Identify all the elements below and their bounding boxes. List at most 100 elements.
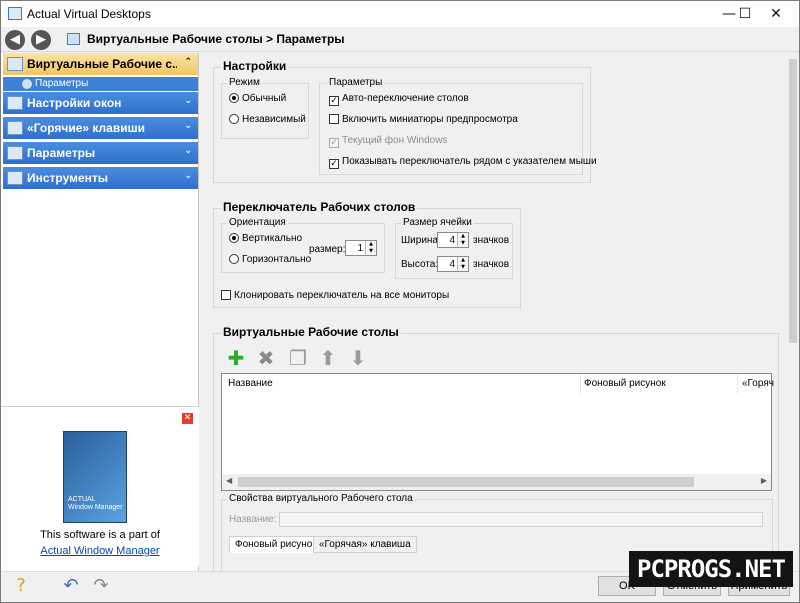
sidebar-subitem-parameters[interactable]: Параметры bbox=[3, 77, 198, 91]
switcher-group-title: Переключатель Рабочих столов bbox=[221, 200, 418, 214]
thumbnails-checkbox[interactable]: Включить миниатюры предпросмотра bbox=[329, 114, 518, 125]
scrollbar-thumb[interactable] bbox=[789, 59, 797, 343]
column-separator[interactable] bbox=[737, 374, 738, 394]
name-label: Название: bbox=[229, 514, 277, 525]
checkbox-box bbox=[329, 114, 339, 124]
desktops-list[interactable]: Название Фоновый рисунок «Горяч ◀ ▶ bbox=[221, 373, 774, 491]
forward-button[interactable]: ▶ bbox=[31, 30, 51, 50]
chevron-down-icon: ⌄ bbox=[184, 96, 192, 106]
stepper-value: 4 bbox=[449, 235, 455, 246]
app-icon bbox=[8, 7, 22, 20]
column-header-background[interactable]: Фоновый рисунок bbox=[584, 378, 666, 389]
scroll-left-icon[interactable]: ◀ bbox=[226, 476, 232, 485]
radio-label: Обычный bbox=[242, 93, 287, 104]
settings-content: Настройки Режим Обычный Независимый Пара… bbox=[205, 53, 799, 571]
show-near-cursor-checkbox[interactable]: ✓ Показывать переключатель рядом с указат… bbox=[329, 156, 597, 169]
help-icon[interactable]: ? bbox=[9, 575, 33, 597]
size-stepper[interactable]: 1 ▲ ▼ bbox=[345, 240, 377, 256]
height-stepper[interactable]: 4 ▲ ▼ bbox=[437, 256, 469, 272]
radio-dot bbox=[229, 93, 239, 103]
auto-switch-checkbox[interactable]: ✓ Авто-переключение столов bbox=[329, 93, 469, 106]
close-button[interactable]: ✕ bbox=[753, 1, 799, 27]
spin-arrows-icon[interactable]: ▲ ▼ bbox=[457, 257, 468, 271]
settings-icon bbox=[7, 146, 23, 160]
sidebar-item-hotkeys[interactable]: «Горячие» клавиши ⌄ bbox=[3, 117, 198, 140]
spin-arrows-icon[interactable]: ▲ ▼ bbox=[457, 233, 468, 247]
sidebar-item-label: Инструменты bbox=[27, 171, 109, 185]
sidebar-item-label: Параметры bbox=[27, 146, 96, 160]
chevron-up-icon: ⌃ bbox=[184, 57, 192, 67]
delete-icon[interactable]: ✖ bbox=[255, 347, 277, 369]
breadcrumb: Виртуальные Рабочие столы > Параметры bbox=[87, 32, 345, 46]
checkbox-label: Клонировать переключатель на все монитор… bbox=[234, 290, 450, 301]
sidebar-subitem-label: Параметры bbox=[35, 78, 89, 89]
product-box-label: ACTUAL Window Manager bbox=[68, 496, 123, 511]
chevron-down-icon: ⌄ bbox=[184, 121, 192, 131]
close-icon[interactable]: ✕ bbox=[182, 413, 193, 424]
radio-label: Вертикально bbox=[242, 233, 303, 244]
desktops-group-title: Виртуальные Рабочие столы bbox=[221, 325, 401, 339]
add-icon[interactable]: ✚ bbox=[225, 347, 247, 369]
orientation-vertical-radio[interactable]: Вертикально bbox=[229, 233, 302, 244]
width-stepper[interactable]: 4 ▲ ▼ bbox=[437, 232, 469, 248]
vertical-scrollbar[interactable] bbox=[787, 53, 799, 571]
spin-arrows-icon[interactable]: ▲ ▼ bbox=[365, 241, 376, 255]
column-separator[interactable] bbox=[580, 374, 581, 394]
mode-normal-radio[interactable]: Обычный bbox=[229, 93, 286, 104]
radio-dot bbox=[229, 114, 239, 124]
app-window: Actual Virtual Desktops — ☐ ✕ ◀ ▶ Виртуа… bbox=[0, 0, 800, 603]
mode-group-title: Режим bbox=[227, 77, 262, 88]
height-label: Высота: bbox=[401, 259, 439, 270]
tab-hotkey[interactable]: «Горячая» клавиша bbox=[313, 536, 417, 553]
checkbox-label: Включить миниатюры предпросмотра bbox=[342, 114, 518, 125]
back-button[interactable]: ◀ bbox=[5, 30, 25, 50]
desktop-icon bbox=[7, 57, 23, 71]
stepper-value: 4 bbox=[449, 259, 455, 270]
checkbox-box bbox=[221, 290, 231, 300]
promo-text: This software is a part of bbox=[40, 529, 160, 541]
scrollbar-thumb[interactable] bbox=[238, 477, 694, 487]
window-icon bbox=[7, 96, 23, 110]
desktop-icon bbox=[67, 33, 80, 45]
copy-icon[interactable]: ❐ bbox=[287, 347, 309, 369]
product-link[interactable]: Actual Window Manager bbox=[1, 545, 199, 557]
cell-size-group-title: Размер ячейки bbox=[401, 217, 474, 228]
move-down-icon[interactable]: ⬇ bbox=[347, 347, 369, 369]
radio-label: Независимый bbox=[242, 114, 306, 125]
windows-background-checkbox: ✓ Текущий фон Windows bbox=[329, 135, 447, 148]
orientation-group-title: Ориентация bbox=[227, 217, 288, 228]
scroll-right-icon[interactable]: ▶ bbox=[761, 476, 767, 485]
keyboard-icon bbox=[7, 121, 23, 135]
column-header-hotkey[interactable]: «Горяч bbox=[742, 378, 774, 389]
redo-icon[interactable]: ↷ bbox=[89, 575, 113, 597]
chevron-down-icon: ⌄ bbox=[184, 146, 192, 156]
sidebar-item-virtual-desktops[interactable]: Виртуальные Рабочие с... ⌃ bbox=[3, 53, 198, 76]
sidebar-item-label: Виртуальные Рабочие с... bbox=[27, 57, 177, 71]
undo-icon[interactable]: ↶ bbox=[59, 575, 83, 597]
sidebar-item-options[interactable]: Параметры ⌄ bbox=[3, 142, 198, 165]
radio-dot bbox=[229, 254, 239, 264]
column-header-name[interactable]: Название bbox=[228, 378, 273, 389]
orientation-horizontal-radio[interactable]: Горизонтально bbox=[229, 254, 311, 265]
size-label: размер: bbox=[309, 244, 346, 255]
move-up-icon[interactable]: ⬆ bbox=[317, 347, 339, 369]
sidebar-item-window-settings[interactable]: Настройки окон ⌄ bbox=[3, 92, 198, 115]
checkbox-box: ✓ bbox=[329, 138, 339, 148]
checkbox-label: Авто-переключение столов bbox=[342, 93, 469, 104]
title-bar: Actual Virtual Desktops — ☐ ✕ bbox=[1, 1, 799, 27]
checkbox-label: Показывать переключатель рядом с указате… bbox=[342, 156, 597, 167]
sidebar-item-label: Настройки окон bbox=[27, 96, 122, 110]
checkbox-box: ✓ bbox=[329, 96, 339, 106]
params-group-title: Параметры bbox=[327, 77, 385, 88]
mode-independent-radio[interactable]: Независимый bbox=[229, 114, 306, 125]
width-label: Ширина: bbox=[401, 235, 441, 246]
promo-panel: ✕ ACTUAL Window Manager This software is… bbox=[1, 406, 199, 566]
tab-background[interactable]: Фоновый рисунок bbox=[229, 536, 323, 553]
watermark-logo: PCPROGS.NET bbox=[629, 551, 793, 587]
sidebar-item-tools[interactable]: Инструменты ⌄ bbox=[3, 167, 198, 190]
mode-group bbox=[221, 83, 309, 139]
horizontal-scrollbar[interactable]: ◀ ▶ bbox=[222, 474, 771, 490]
clone-monitors-checkbox[interactable]: Клонировать переключатель на все монитор… bbox=[221, 290, 449, 301]
desktop-name-field bbox=[279, 512, 763, 527]
settings-icon bbox=[22, 79, 32, 89]
